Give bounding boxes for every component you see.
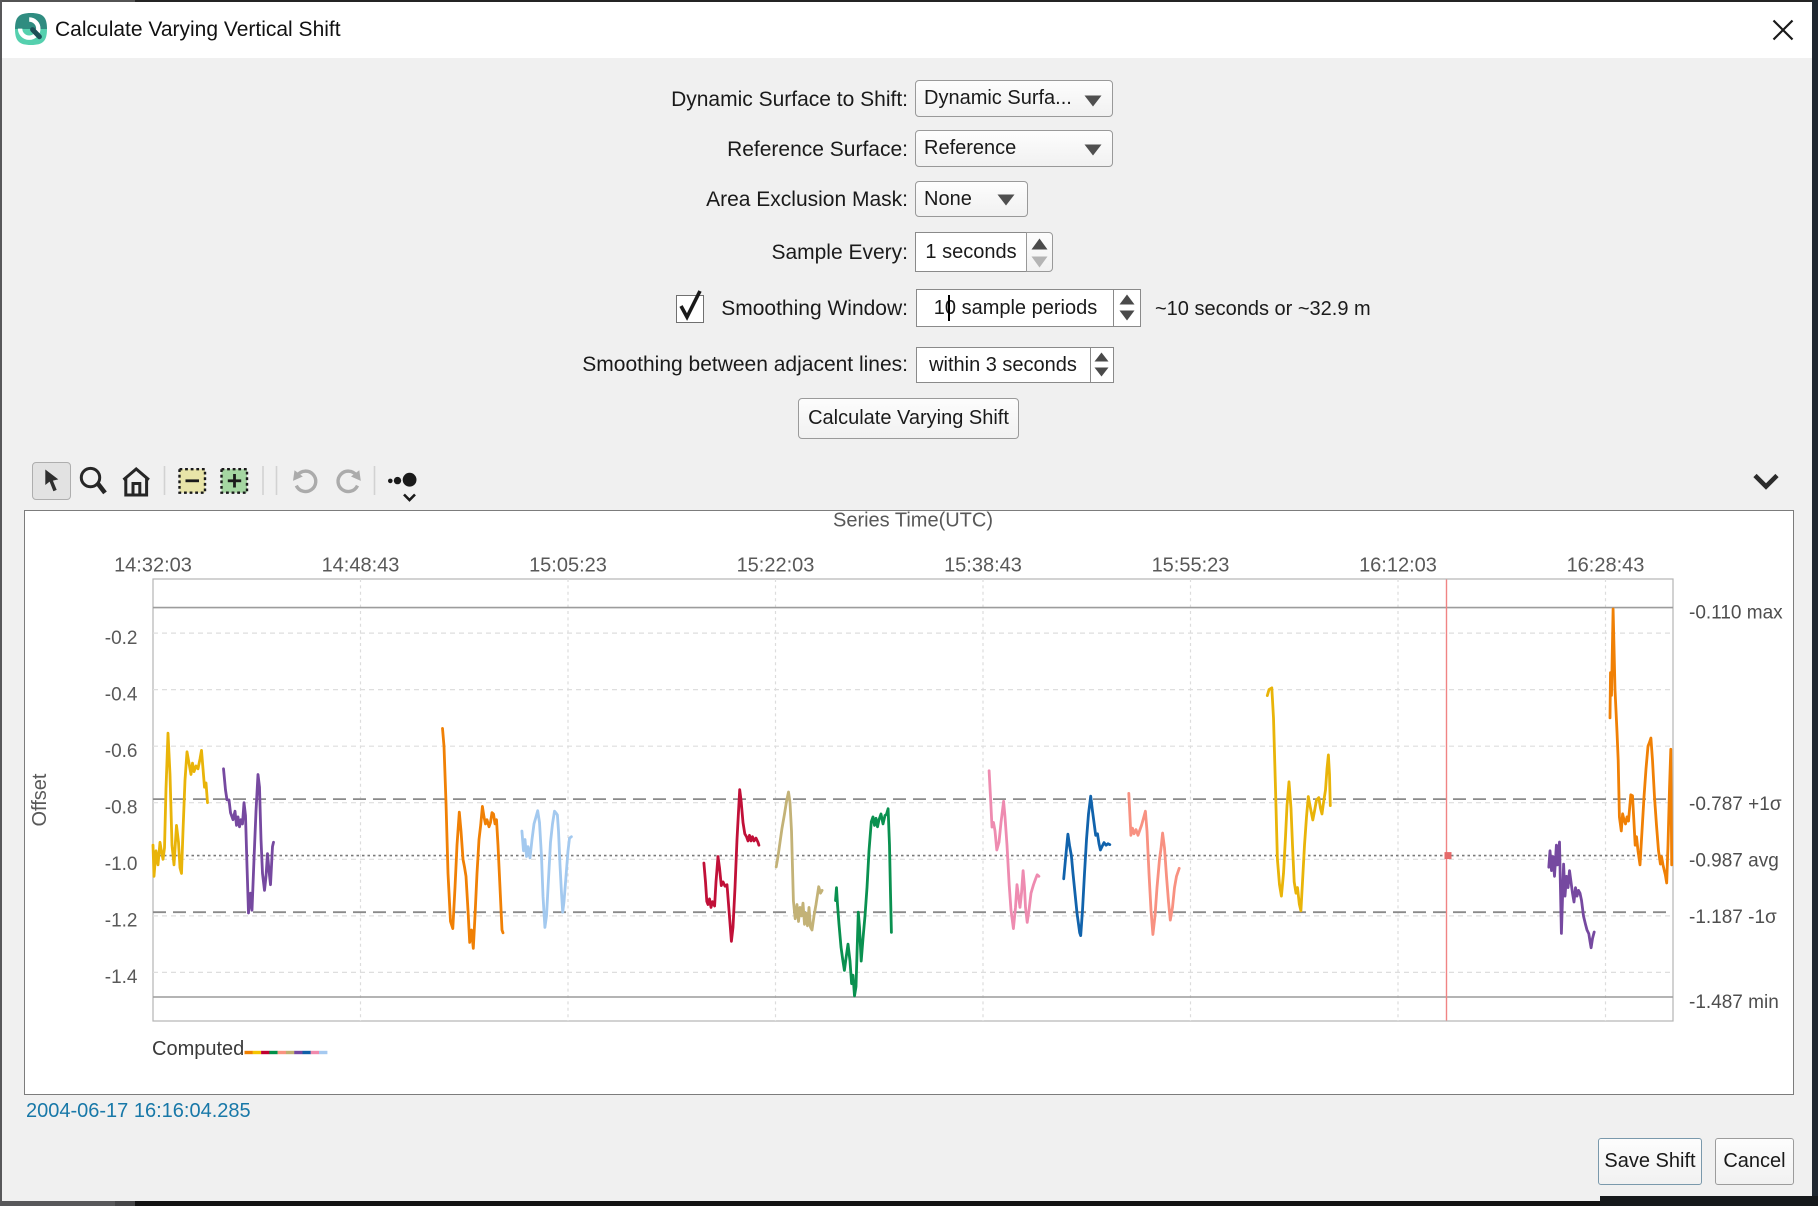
svg-text:-1.0: -1.0 <box>105 854 138 875</box>
svg-text:-1.187 -1σ: -1.187 -1σ <box>1689 907 1777 928</box>
svg-text:15:22:03: 15:22:03 <box>737 555 815 577</box>
svg-text:-1.487 min: -1.487 min <box>1689 992 1779 1013</box>
svg-text:-1.4: -1.4 <box>105 967 138 988</box>
svg-text:Series Time(UTC): Series Time(UTC) <box>833 510 993 532</box>
svg-text:-0.987 avg: -0.987 avg <box>1689 851 1779 872</box>
svg-text:-0.787 +1σ: -0.787 +1σ <box>1689 794 1782 815</box>
svg-text:-0.4: -0.4 <box>105 684 138 705</box>
svg-text:16:12:03: 16:12:03 <box>1359 555 1437 577</box>
svg-text:15:38:43: 15:38:43 <box>944 555 1022 577</box>
svg-text:-0.8: -0.8 <box>105 797 138 818</box>
svg-text:-0.110 max: -0.110 max <box>1689 603 1783 624</box>
svg-text:Offset: Offset <box>29 773 51 826</box>
svg-text:15:55:23: 15:55:23 <box>1152 555 1230 577</box>
svg-text:14:32:03: 14:32:03 <box>114 555 192 577</box>
svg-text:Computed: Computed <box>152 1038 244 1060</box>
svg-text:-0.6: -0.6 <box>105 741 138 762</box>
svg-text:16:28:43: 16:28:43 <box>1567 555 1645 577</box>
svg-text:14:48:43: 14:48:43 <box>322 555 400 577</box>
svg-text:-1.2: -1.2 <box>105 911 138 932</box>
svg-text:-0.2: -0.2 <box>105 628 138 649</box>
svg-text:15:05:23: 15:05:23 <box>529 555 607 577</box>
